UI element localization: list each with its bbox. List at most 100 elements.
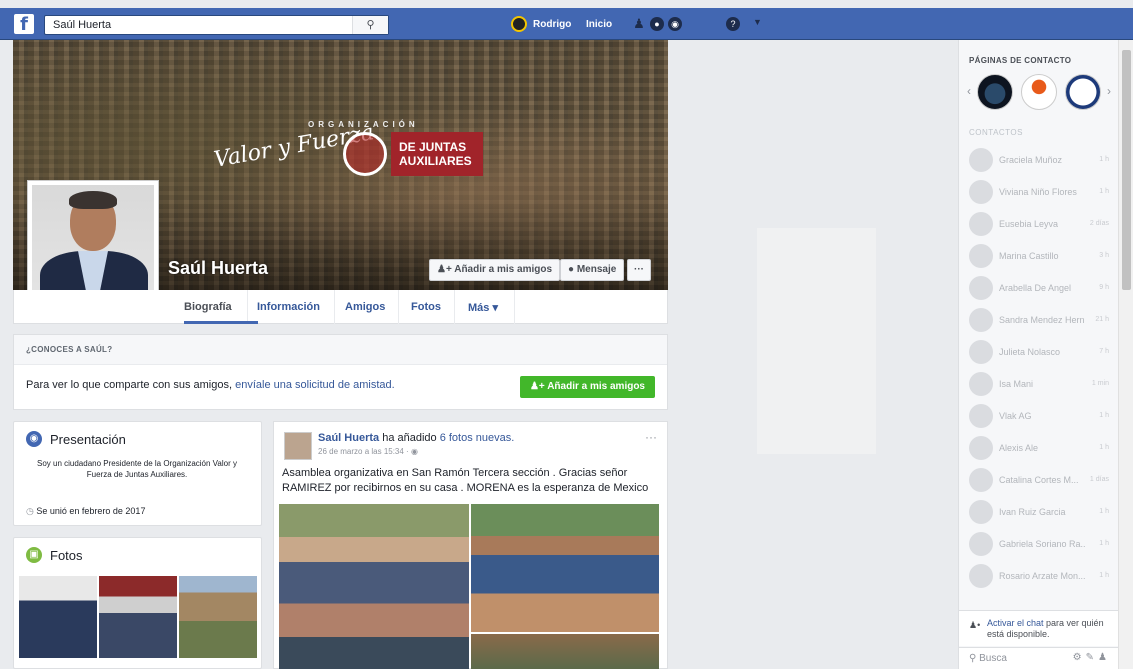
post-photo[interactable] — [471, 634, 659, 669]
add-friend-green-button[interactable]: ♟+ Añadir a mis amigos — [519, 376, 655, 398]
contact-item[interactable]: Arabella De Angel 9 h — [969, 276, 1109, 302]
facebook-logo-icon[interactable]: f — [14, 14, 34, 35]
profile-shortcut[interactable]: Rodrigo — [511, 16, 571, 32]
contacts-title: CONTACTOS — [969, 128, 1023, 137]
contact-item[interactable]: Marina Castillo 3 h — [969, 244, 1109, 270]
search-input[interactable]: Saúl Huerta ⚲ — [44, 15, 389, 35]
search-icon: ⚲ — [969, 653, 980, 664]
contact-name: Sandra Mendez Hern... — [999, 315, 1085, 325]
add-friend-button[interactable]: ♟+ Añadir a mis amigos — [429, 259, 561, 281]
top-navigation-bar: f Saúl Huerta ⚲ Rodrigo Inicio ♟ ● ◉ ? ▼ — [0, 8, 1133, 40]
contact-item[interactable]: Sandra Mendez Hern... 21 h — [969, 308, 1109, 334]
photos-title[interactable]: Fotos — [50, 548, 83, 563]
home-link[interactable]: Inicio — [586, 19, 612, 30]
contact-avatar — [969, 404, 993, 428]
chevron-left-icon[interactable]: ‹ — [967, 84, 971, 98]
contact-item[interactable]: Alexis Ale 1 h — [969, 436, 1109, 462]
intro-card: ◉ Presentación Soy un ciudadano Presiden… — [13, 421, 262, 526]
post-photo[interactable] — [471, 504, 659, 632]
chat-search-placeholder: ⚲ Busca — [969, 653, 1007, 664]
search-value: Saúl Huerta — [53, 19, 112, 31]
contact-item[interactable]: Eusebia Leyva 2 días — [969, 212, 1109, 238]
contact-page-vw[interactable] — [1065, 74, 1101, 110]
contact-name: Eusebia Leyva — [999, 219, 1059, 229]
tab-biografia[interactable]: Biografía — [184, 301, 232, 313]
tab-mas[interactable]: Más ▾ — [468, 301, 498, 314]
compose-icon[interactable]: ✎ — [1086, 652, 1098, 663]
post-timestamp[interactable]: 26 de marzo a las 15:34 · ◉ — [318, 447, 418, 456]
tab-separator — [514, 290, 515, 324]
contact-name: Gabriela Soriano Ra... — [999, 539, 1085, 549]
contact-name: Graciela Muñoz — [999, 155, 1063, 165]
contact-time: 7 h — [1099, 348, 1109, 355]
contact-item[interactable]: Isa Mani 1 min — [969, 372, 1109, 398]
user-avatar — [511, 16, 527, 32]
scrollbar[interactable] — [1118, 40, 1133, 669]
know-heading: ¿CONOCES A SAÚL? — [14, 335, 667, 365]
post-options-button[interactable]: ··· — [645, 430, 657, 444]
contact-item[interactable]: Viviana Niño Flores 1 h — [969, 180, 1109, 206]
contact-item[interactable]: Vlak AG 1 h — [969, 404, 1109, 430]
post-photo[interactable] — [279, 504, 469, 669]
contact-avatar — [969, 468, 993, 492]
post-time-text: 26 de marzo a las 15:34 · — [318, 447, 411, 456]
post-header: Saúl Huerta ha añadido 6 fotos nuevas. — [318, 432, 514, 444]
post-author-name[interactable]: Saúl Huerta — [318, 432, 379, 444]
contact-avatar — [969, 308, 993, 332]
photo-thumbnail[interactable] — [19, 576, 97, 658]
gear-icon[interactable]: ⚙ — [1073, 652, 1086, 663]
chat-activation: ♟• Activar el chat para ver quién está d… — [959, 610, 1119, 646]
more-button[interactable]: ··· — [627, 259, 651, 281]
contact-item[interactable]: Gabriela Soriano Ra... 1 h — [969, 532, 1109, 558]
notifications-icon[interactable]: ◉ — [668, 17, 682, 31]
profile-picture-image — [32, 185, 154, 307]
fist-logo-icon — [343, 132, 387, 176]
help-icon[interactable]: ? — [726, 17, 740, 31]
contact-avatar — [969, 276, 993, 300]
add-people-icon[interactable]: ♟ — [1098, 652, 1111, 663]
contact-page-puebla[interactable] — [1021, 74, 1057, 110]
activate-chat-link[interactable]: Activar el chat — [987, 618, 1044, 628]
user-name: Rodrigo — [533, 18, 572, 30]
contact-page-car[interactable] — [977, 74, 1013, 110]
joined-text: Se unió en febrero de 2017 — [36, 506, 146, 516]
caret-down-icon[interactable]: ▼ — [753, 17, 762, 27]
post: Saúl Huerta ha añadido 6 fotos nuevas. 2… — [273, 421, 668, 669]
contact-item[interactable]: Graciela Muñoz 1 h — [969, 148, 1109, 174]
add-friend-icon: ♟+ — [529, 381, 548, 392]
joined-date: ◷ Se unió en febrero de 2017 — [26, 506, 145, 517]
public-globe-icon: ◉ — [410, 447, 418, 456]
search-icon[interactable]: ⚲ — [352, 16, 388, 34]
know-text: Para ver lo que comparte con sus amigos,… — [26, 379, 395, 391]
intro-title: Presentación — [50, 432, 126, 447]
contact-time: 1 h — [1099, 412, 1109, 419]
scrollbar-thumb[interactable] — [1122, 50, 1131, 290]
contact-item[interactable]: Julieta Nolasco 7 h — [969, 340, 1109, 366]
tab-informacion[interactable]: Información — [257, 301, 320, 313]
chat-options-icons[interactable]: ⚙✎♟ — [1073, 652, 1111, 663]
contact-item[interactable]: Catalina Cortes M... 1 días — [969, 468, 1109, 494]
message-button[interactable]: ● Mensaje — [560, 259, 625, 281]
know-box: ¿CONOCES A SAÚL? Para ver lo que compart… — [13, 334, 668, 410]
contact-avatar — [969, 500, 993, 524]
friend-request-link[interactable]: envíale una solicitud de amistad. — [235, 379, 395, 391]
messages-icon[interactable]: ● — [650, 17, 664, 31]
contact-name: Ivan Ruiz Garcia — [999, 507, 1066, 517]
photo-thumbnail[interactable] — [99, 576, 177, 658]
chat-search-input[interactable]: ⚲ Busca ⚙✎♟ — [959, 647, 1119, 669]
contact-item[interactable]: Ivan Ruiz Garcia 1 h — [969, 500, 1109, 526]
tab-amigos[interactable]: Amigos — [345, 301, 385, 313]
banner-sub-line-1: DE JUNTAS — [399, 140, 467, 154]
post-photos-link[interactable]: 6 fotos nuevas. — [440, 432, 515, 444]
chevron-right-icon[interactable]: › — [1107, 84, 1111, 98]
globe-icon: ◉ — [26, 431, 42, 447]
photo-thumbnail[interactable] — [179, 576, 257, 658]
active-tab-indicator — [184, 321, 258, 324]
tab-fotos[interactable]: Fotos — [411, 301, 441, 313]
profile-name[interactable]: Saúl Huerta — [168, 258, 268, 279]
contact-item[interactable]: Rosario Arzate Mon... 1 h — [969, 564, 1109, 590]
post-author-avatar[interactable] — [284, 432, 312, 460]
tab-separator — [334, 290, 335, 324]
post-action: ha añadido — [379, 432, 440, 444]
friends-icon[interactable]: ♟ — [632, 17, 646, 31]
